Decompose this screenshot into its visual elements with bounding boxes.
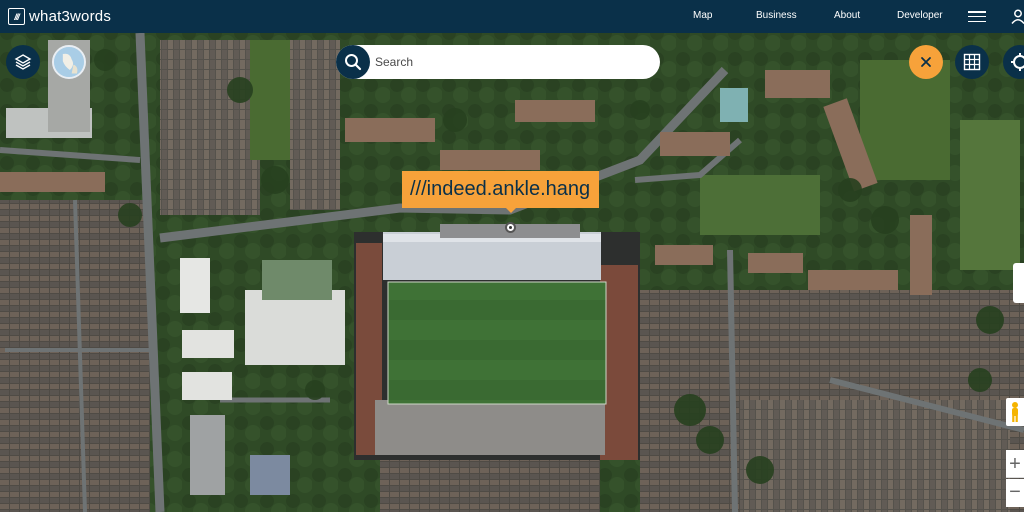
menu-icon[interactable] bbox=[968, 11, 986, 23]
search-input[interactable] bbox=[375, 55, 645, 69]
locate-icon bbox=[1011, 53, 1024, 71]
search-bar bbox=[336, 45, 660, 79]
pegman-icon bbox=[1012, 402, 1018, 422]
close-button[interactable] bbox=[909, 45, 943, 79]
main-nav: Map Business About Developer bbox=[0, 0, 1024, 33]
search-button[interactable] bbox=[336, 45, 370, 79]
globe-icon bbox=[54, 47, 84, 77]
zoom-out-button[interactable]: − bbox=[1006, 479, 1024, 507]
three-word-address-label[interactable]: ///indeed.ankle.hang bbox=[402, 171, 600, 213]
close-icon bbox=[921, 57, 931, 67]
zoom-in-button[interactable]: + bbox=[1006, 450, 1024, 478]
search-icon bbox=[345, 54, 362, 71]
location-pin-icon[interactable] bbox=[505, 222, 516, 233]
nav-link-about[interactable]: About bbox=[834, 10, 860, 21]
nav-link-business[interactable]: Business bbox=[756, 10, 797, 21]
grid-toggle-button[interactable] bbox=[955, 45, 989, 79]
satellite-map[interactable] bbox=[0, 33, 1024, 512]
user-icon[interactable] bbox=[1011, 9, 1024, 24]
nav-link-developer[interactable]: Developer bbox=[897, 10, 943, 21]
top-navigation-bar: /// what3words Map Business About Develo… bbox=[0, 0, 1024, 33]
nav-link-map[interactable]: Map bbox=[693, 10, 712, 21]
layers-button[interactable] bbox=[6, 45, 40, 79]
layers-icon bbox=[14, 54, 32, 70]
stadium bbox=[354, 224, 640, 460]
side-panel-tab[interactable] bbox=[1013, 263, 1024, 303]
map-style-toggle-button[interactable] bbox=[52, 45, 86, 79]
street-view-button[interactable] bbox=[1006, 398, 1024, 426]
grid-icon bbox=[963, 53, 981, 71]
